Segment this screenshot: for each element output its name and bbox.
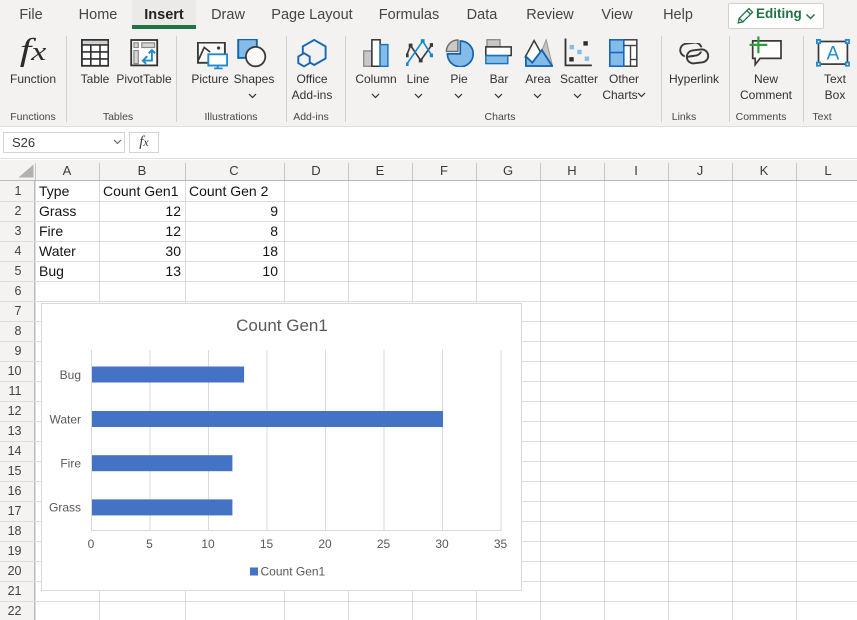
svg-text:Water: Water — [49, 412, 81, 426]
svg-text:Grass: Grass — [49, 501, 81, 515]
svg-text:0: 0 — [88, 537, 95, 551]
svg-text:35: 35 — [494, 537, 508, 551]
svg-text:Bug: Bug — [60, 368, 81, 382]
svg-text:30: 30 — [435, 537, 449, 551]
svg-text:5: 5 — [146, 537, 153, 551]
svg-text:Count Gen1: Count Gen1 — [236, 316, 328, 335]
svg-text:Fire: Fire — [60, 457, 81, 471]
svg-text:15: 15 — [260, 537, 274, 551]
svg-text:25: 25 — [377, 537, 391, 551]
svg-text:20: 20 — [318, 537, 332, 551]
svg-text:Count Gen1: Count Gen1 — [261, 565, 326, 579]
svg-text:10: 10 — [201, 537, 215, 551]
svg-text:A: A — [827, 44, 840, 65]
